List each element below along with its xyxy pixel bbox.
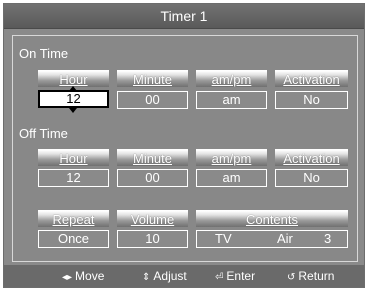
on-minute-field[interactable]: 00	[117, 91, 188, 109]
off-minute-field[interactable]: 00	[117, 169, 188, 187]
repeat-header: Repeat	[38, 210, 109, 227]
off-ampm-header: am/pm	[196, 149, 267, 166]
on-hour-header: Hour	[38, 70, 109, 87]
footer-help-bar: ◂▸ Move ⇕ Adjust ⏎ Enter ↺ Return	[4, 265, 364, 287]
on-hour-field[interactable]: 12	[38, 90, 109, 108]
contents-antenna: Air	[277, 231, 293, 246]
volume-field[interactable]: 10	[117, 230, 188, 248]
volume-header: Volume	[117, 210, 188, 227]
off-ampm-field[interactable]: am	[196, 169, 267, 187]
on-minute-header: Minute	[117, 70, 188, 87]
on-ampm-header: am/pm	[196, 70, 267, 87]
contents-source: TV	[215, 231, 232, 246]
off-hour-header: Hour	[38, 149, 109, 166]
on-activation-field[interactable]: No	[275, 91, 348, 109]
enter-icon: ⏎	[215, 272, 224, 283]
off-time-label: Off Time	[19, 126, 68, 141]
return-icon: ↺	[287, 272, 296, 283]
contents-channel: 3	[324, 231, 332, 246]
timer-osd-window: Timer 1 On Time Hour Minute am/pm Activa…	[3, 3, 365, 288]
off-activation-header: Activation	[275, 149, 348, 166]
on-activation-header: Activation	[275, 70, 348, 87]
footer-move-label: Move	[75, 269, 105, 283]
footer-return: ↺ Return	[287, 265, 334, 289]
off-minute-header: Minute	[117, 149, 188, 166]
footer-enter-label: Enter	[226, 269, 256, 283]
repeat-field[interactable]: Once	[38, 230, 109, 248]
timer-settings-panel: On Time Hour Minute am/pm Activation 12 …	[12, 35, 358, 262]
up-down-arrows-icon: ⇕	[142, 272, 151, 283]
decrease-caret-icon[interactable]	[69, 108, 77, 113]
footer-move: ◂▸ Move	[62, 265, 104, 289]
contents-field[interactable]: TV Air 3	[196, 230, 348, 248]
off-hour-field[interactable]: 12	[38, 169, 109, 187]
footer-enter: ⏎ Enter	[215, 265, 255, 289]
footer-return-label: Return	[298, 269, 335, 283]
contents-header: Contents	[196, 210, 348, 227]
on-time-label: On Time	[19, 46, 69, 61]
left-right-arrows-icon: ◂▸	[62, 272, 73, 283]
window-title: Timer 1	[4, 4, 364, 29]
off-activation-field[interactable]: No	[275, 169, 348, 187]
footer-adjust-label: Adjust	[153, 269, 187, 283]
footer-adjust: ⇕ Adjust	[142, 265, 187, 289]
on-ampm-field[interactable]: am	[196, 91, 267, 109]
